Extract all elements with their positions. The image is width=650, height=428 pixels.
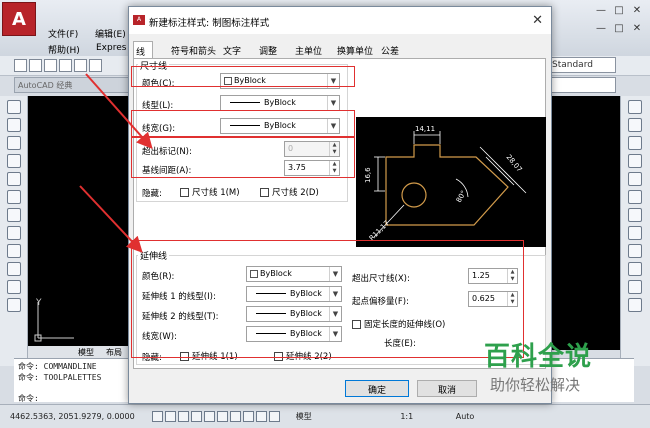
watermark-subtitle: 助你轻松解决 bbox=[490, 376, 581, 394]
watermark-title: 百科全说 bbox=[484, 342, 593, 372]
